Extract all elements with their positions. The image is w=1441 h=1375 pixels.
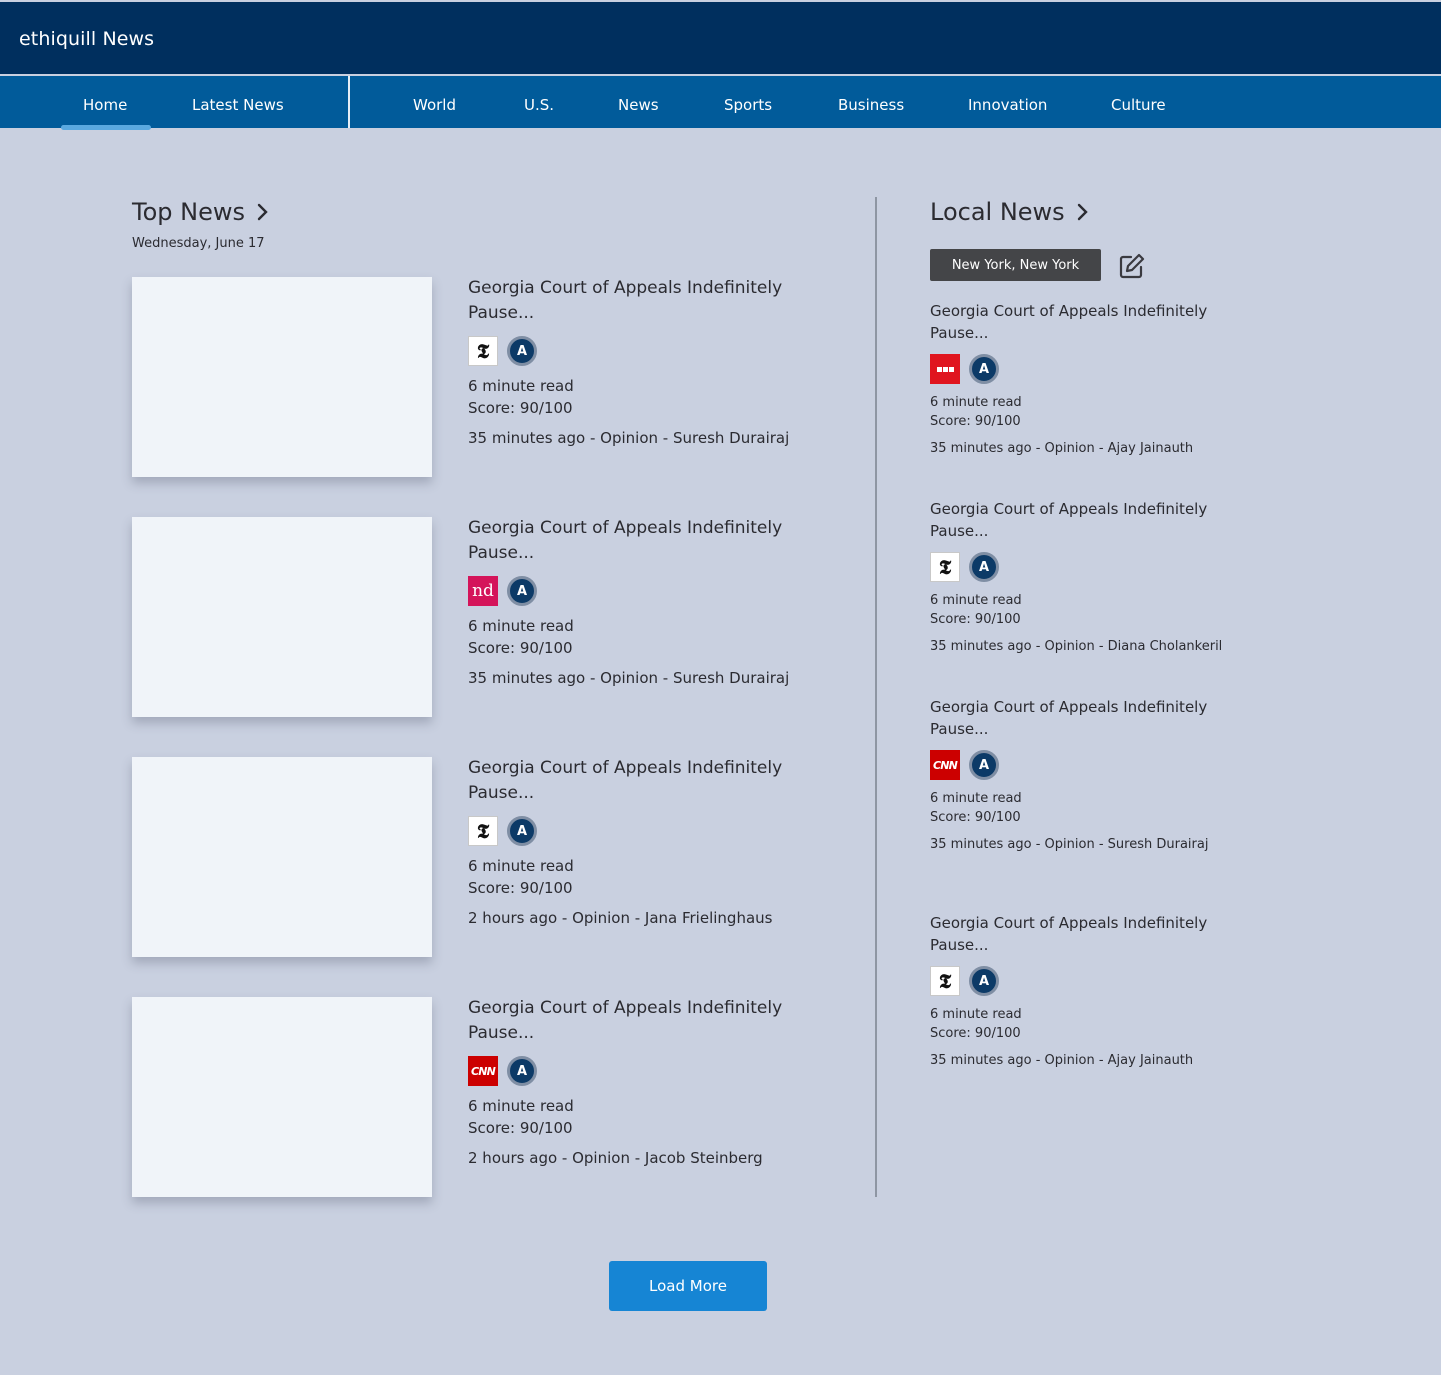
- chevron-right-icon: [1077, 203, 1088, 221]
- edit-location-icon[interactable]: [1118, 252, 1146, 280]
- nav-latest-news[interactable]: Latest News: [192, 96, 284, 114]
- article-byline: 35 minutes ago - Opinion - Suresh Durair…: [930, 837, 1209, 852]
- article-byline: 35 minutes ago - Opinion - Ajay Jainauth: [930, 441, 1194, 456]
- author-avatar[interactable]: A: [507, 816, 537, 846]
- top-news-title: Top News: [132, 198, 245, 226]
- author-avatar[interactable]: A: [507, 336, 537, 366]
- brand-logo[interactable]: ethiquill News: [19, 28, 154, 50]
- article-score: Score: 90/100: [930, 1026, 1021, 1041]
- nyt-logo-icon: 𝕿: [930, 552, 960, 582]
- nd-logo-text: nd: [472, 581, 494, 601]
- article-byline: 35 minutes ago - Opinion - Suresh Durair…: [468, 669, 790, 687]
- author-avatar[interactable]: A: [969, 552, 999, 582]
- article-score: Score: 90/100: [468, 1119, 573, 1137]
- article-title[interactable]: Georgia Court of Appeals Indefinitely Pa…: [468, 996, 798, 1046]
- nyt-logo-icon: 𝕿: [930, 966, 960, 996]
- local-article-title[interactable]: Georgia Court of Appeals Indefinitely Pa…: [930, 300, 1230, 344]
- nav-divider: [348, 76, 350, 128]
- nav-active-indicator: [61, 125, 151, 130]
- column-divider: [875, 197, 877, 1197]
- local-article-title[interactable]: Georgia Court of Appeals Indefinitely Pa…: [930, 912, 1230, 956]
- author-avatar[interactable]: A: [969, 750, 999, 780]
- article-title[interactable]: Georgia Court of Appeals Indefinitely Pa…: [468, 756, 798, 806]
- local-article-title[interactable]: Georgia Court of Appeals Indefinitely Pa…: [930, 498, 1230, 542]
- article-score: Score: 90/100: [930, 414, 1021, 429]
- read-time: 6 minute read: [468, 377, 574, 395]
- top-news-date: Wednesday, June 17: [132, 236, 265, 251]
- author-avatar[interactable]: A: [969, 966, 999, 996]
- article-thumbnail[interactable]: [132, 997, 432, 1197]
- article-score: Score: 90/100: [930, 810, 1021, 825]
- article-score: Score: 90/100: [930, 612, 1021, 627]
- nav-business[interactable]: Business: [838, 96, 904, 114]
- article-thumbnail[interactable]: [132, 757, 432, 957]
- nav-culture[interactable]: Culture: [1111, 96, 1166, 114]
- chevron-right-icon: [257, 203, 268, 221]
- bbc-logo-icon: [930, 354, 960, 384]
- local-news-heading[interactable]: Local News: [930, 198, 1089, 226]
- read-time: 6 minute read: [468, 1097, 574, 1115]
- read-time: 6 minute read: [468, 617, 574, 635]
- read-time: 6 minute read: [930, 791, 1022, 806]
- nav-sports[interactable]: Sports: [724, 96, 772, 114]
- cnn-logo-icon: CNN: [468, 1056, 498, 1086]
- author-avatar[interactable]: A: [507, 576, 537, 606]
- article-byline: 35 minutes ago - Opinion - Diana Cholank…: [930, 639, 1223, 654]
- nav-us[interactable]: U.S.: [524, 96, 554, 114]
- local-article-title[interactable]: Georgia Court of Appeals Indefinitely Pa…: [930, 696, 1230, 740]
- read-time: 6 minute read: [930, 395, 1022, 410]
- nyt-logo-icon: 𝕿: [468, 816, 498, 846]
- article-thumbnail[interactable]: [132, 517, 432, 717]
- top-header: ethiquill News: [0, 2, 1441, 74]
- load-more-button[interactable]: Load More: [609, 1261, 767, 1311]
- article-byline: 2 hours ago - Opinion - Jana Frielinghau…: [468, 909, 773, 927]
- cnn-logo-icon: CNN: [930, 750, 960, 780]
- article-byline: 2 hours ago - Opinion - Jacob Steinberg: [468, 1149, 763, 1167]
- nav-news[interactable]: News: [618, 96, 659, 114]
- read-time: 6 minute read: [468, 857, 574, 875]
- article-byline: 35 minutes ago - Opinion - Suresh Durair…: [468, 429, 790, 447]
- local-news-title: Local News: [930, 198, 1065, 226]
- read-time: 6 minute read: [930, 593, 1022, 608]
- article-score: Score: 90/100: [468, 879, 573, 897]
- nd-logo-icon: nd: [468, 576, 498, 606]
- nyt-logo-icon: 𝕿: [468, 336, 498, 366]
- article-score: Score: 90/100: [468, 639, 573, 657]
- article-byline: 35 minutes ago - Opinion - Ajay Jainauth: [930, 1053, 1194, 1068]
- author-avatar[interactable]: A: [969, 354, 999, 384]
- main-navigation: Home Latest News World U.S. News Sports …: [0, 76, 1441, 130]
- article-thumbnail[interactable]: [132, 277, 432, 477]
- nav-world[interactable]: World: [413, 96, 456, 114]
- top-news-heading[interactable]: Top News: [132, 198, 269, 226]
- nav-innovation[interactable]: Innovation: [968, 96, 1047, 114]
- location-selector[interactable]: New York, New York: [930, 249, 1101, 281]
- read-time: 6 minute read: [930, 1007, 1022, 1022]
- article-score: Score: 90/100: [468, 399, 573, 417]
- nav-home[interactable]: Home: [83, 96, 127, 114]
- article-title[interactable]: Georgia Court of Appeals Indefinitely Pa…: [468, 276, 798, 326]
- author-avatar[interactable]: A: [507, 1056, 537, 1086]
- article-title[interactable]: Georgia Court of Appeals Indefinitely Pa…: [468, 516, 798, 566]
